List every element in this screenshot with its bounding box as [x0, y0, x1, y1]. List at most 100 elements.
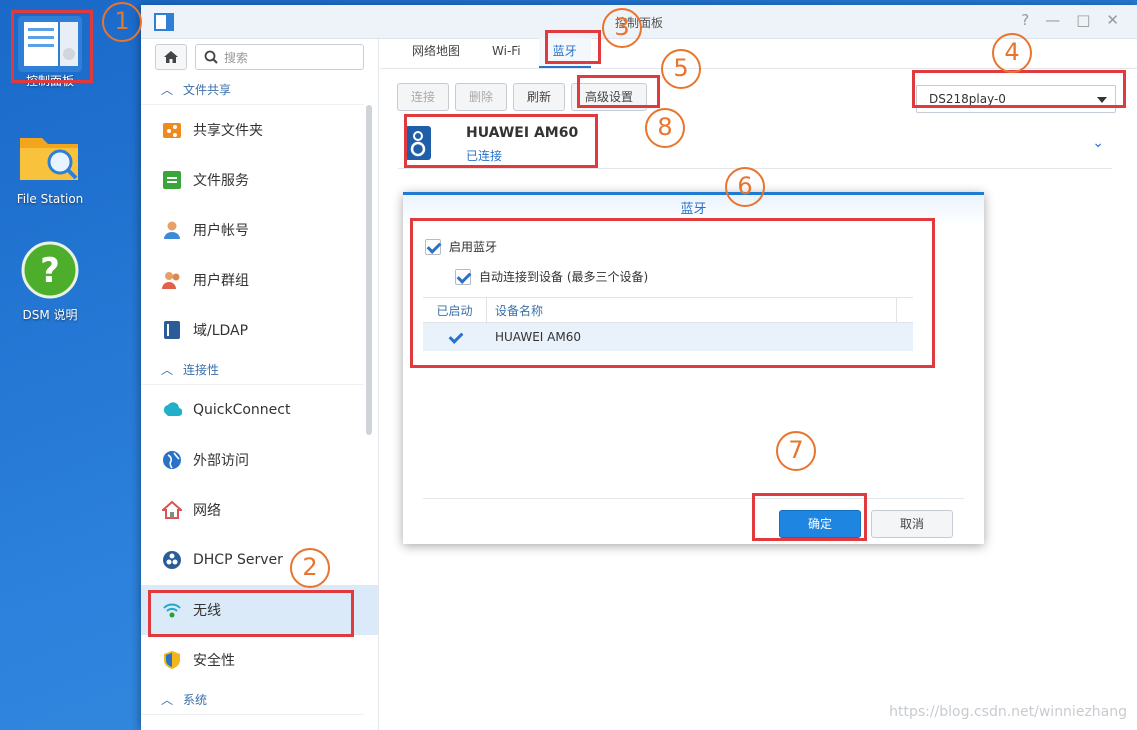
section-system[interactable]: ︿ 系统: [141, 685, 364, 715]
speaker-icon: [405, 126, 431, 160]
sidebar-item-label: QuickConnect: [193, 402, 291, 418]
toolbar: 连接 删除 刷新 高级设置: [397, 83, 648, 111]
quickconnect-icon: [161, 399, 183, 421]
annotation-circle-4: 4: [992, 33, 1032, 73]
sidebar-item-shared-folder[interactable]: 共享文件夹: [141, 105, 378, 155]
sidebar-item-group[interactable]: 用户群组: [141, 255, 378, 305]
sidebar-item-network[interactable]: 网络: [141, 485, 378, 535]
table-row[interactable]: HUAWEI AM60: [423, 323, 913, 351]
sidebar-item-label: 共享文件夹: [193, 123, 263, 139]
sidebar-item-file-services[interactable]: 文件服务: [141, 155, 378, 205]
device-table: 已启动 设备名称 HUAWEI AM60: [423, 297, 913, 351]
cancel-button[interactable]: 取消: [871, 510, 953, 538]
dhcp-icon: [161, 549, 183, 571]
advanced-settings-button[interactable]: 高级设置: [571, 83, 648, 111]
help-icon: ?: [21, 241, 79, 299]
user-icon: [161, 219, 183, 241]
svg-text:?: ?: [40, 251, 60, 291]
file-services-icon: [161, 169, 183, 191]
sidebar-item-wireless[interactable]: 无线: [141, 585, 378, 635]
group-icon: [161, 269, 183, 291]
sidebar-item-dhcp-server[interactable]: DHCP Server: [141, 535, 378, 585]
desktop-icon-file-station[interactable]: File Station: [0, 128, 100, 206]
desktop-icon-dsm-help[interactable]: ? DSM 说明: [0, 240, 100, 323]
annotation-circle-8: 8: [645, 108, 685, 148]
device-name: HUAWEI AM60: [466, 125, 579, 141]
ldap-icon: [161, 319, 183, 341]
enable-bluetooth-checkbox[interactable]: [425, 238, 441, 255]
column-device-name[interactable]: 设备名称: [487, 298, 897, 322]
row-enabled-cell: [423, 329, 487, 345]
desktop-icon-label: File Station: [16, 192, 84, 206]
search-placeholder: 搜索: [224, 50, 249, 65]
sidebar-item-security[interactable]: 安全性: [141, 635, 378, 685]
tab-bluetooth[interactable]: 蓝牙: [538, 38, 591, 68]
sidebar-item-label: 用户帐号: [193, 223, 249, 239]
connect-button[interactable]: 连接: [397, 83, 450, 111]
auto-connect-row[interactable]: 自动连接到设备 (最多三个设备): [455, 268, 648, 285]
enable-bluetooth-row[interactable]: 启用蓝牙: [425, 238, 497, 255]
sidebar: 搜索 ︿ 文件共享 共享文件夹 文件服务 用户帐号 用户群组 域/LDAP ︿ 连接…: [141, 39, 379, 730]
help-button[interactable]: ?: [1021, 11, 1029, 29]
delete-button[interactable]: 删除: [455, 83, 508, 111]
tab-network-map[interactable]: 网络地图: [398, 38, 474, 68]
sidebar-item-label: 安全性: [193, 653, 235, 669]
home-button[interactable]: [155, 44, 187, 70]
row-enabled-checkbox[interactable]: [447, 329, 463, 345]
section-file-sharing[interactable]: ︿ 文件共享: [141, 75, 364, 105]
share-icon: [161, 119, 183, 141]
search-input[interactable]: 搜索: [195, 44, 364, 70]
refresh-button[interactable]: 刷新: [513, 83, 566, 111]
collapse-icon: ︿: [161, 83, 174, 97]
device-row[interactable]: HUAWEI AM60 已连接 ⌄: [398, 119, 1112, 169]
device-select-value: DS218play-0: [929, 92, 1006, 106]
dropdown-arrow-icon: [1097, 97, 1107, 103]
desktop-icon-label: DSM 说明: [22, 308, 78, 322]
sidebar-item-label: DHCP Server: [193, 552, 283, 568]
maximize-button[interactable]: □: [1076, 11, 1090, 29]
sidebar-item-label: 用户群组: [193, 273, 249, 289]
section-connectivity[interactable]: ︿ 连接性: [141, 355, 364, 385]
auto-connect-label: 自动连接到设备 (最多三个设备): [479, 270, 649, 284]
chevron-down-icon[interactable]: ⌄: [1092, 135, 1104, 151]
collapse-icon: ︿: [161, 693, 174, 707]
table-header: 已启动 设备名称: [423, 297, 913, 323]
sidebar-item-quickconnect[interactable]: QuickConnect: [141, 385, 378, 435]
enable-bluetooth-label: 启用蓝牙: [449, 240, 498, 254]
bluetooth-dialog: 蓝牙 启用蓝牙 自动连接到设备 (最多三个设备) 已启动 设备名称 HUAWEI…: [403, 192, 984, 544]
sidebar-item-label: 网络: [193, 503, 221, 519]
section-title: 系统: [183, 693, 208, 707]
search-icon: [204, 50, 218, 64]
auto-connect-checkbox[interactable]: [455, 268, 471, 285]
minimize-button[interactable]: —: [1045, 11, 1060, 29]
dialog-footer-divider: [423, 498, 964, 499]
globe-icon: [161, 449, 183, 471]
sidebar-scrollbar[interactable]: [366, 105, 372, 435]
sidebar-item-label: 无线: [193, 603, 221, 619]
annotation-circle-6: 6: [725, 167, 765, 207]
sidebar-item-label: 文件服务: [193, 173, 249, 189]
collapse-icon: ︿: [161, 363, 174, 377]
control-panel-icon: [18, 16, 82, 72]
desktop-icon-control-panel[interactable]: 控制面板: [0, 10, 100, 89]
annotation-circle-2: 2: [290, 548, 330, 588]
network-home-icon: [161, 499, 183, 521]
section-title: 连接性: [183, 363, 220, 377]
close-button[interactable]: ✕: [1106, 11, 1119, 29]
sidebar-item-external-access[interactable]: 外部访问: [141, 435, 378, 485]
device-select[interactable]: DS218play-0: [916, 85, 1116, 113]
sidebar-item-label: 域/LDAP: [193, 323, 249, 339]
sidebar-item-user[interactable]: 用户帐号: [141, 205, 378, 255]
section-title: 文件共享: [183, 83, 232, 97]
device-status: 已连接: [466, 149, 503, 163]
wireless-icon: [161, 599, 183, 621]
tab-wifi[interactable]: Wi-Fi: [478, 38, 535, 68]
ok-button[interactable]: 确定: [779, 510, 861, 538]
annotation-circle-1: 1: [102, 2, 142, 42]
column-enabled[interactable]: 已启动: [423, 298, 487, 322]
row-device-name: HUAWEI AM60: [495, 330, 581, 344]
sidebar-item-domain-ldap[interactable]: 域/LDAP: [141, 305, 378, 355]
annotation-circle-5: 5: [661, 49, 701, 89]
folder-search-icon: [20, 138, 78, 180]
watermark: https://blog.csdn.net/winniezhang: [889, 704, 1127, 720]
